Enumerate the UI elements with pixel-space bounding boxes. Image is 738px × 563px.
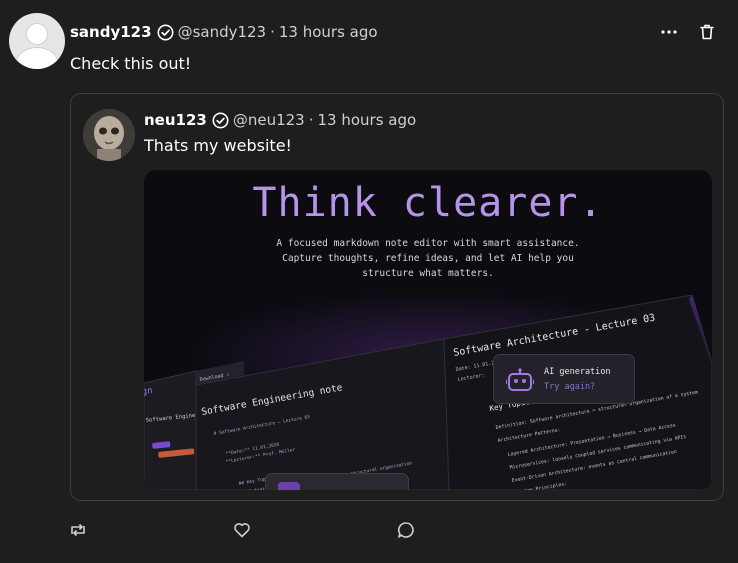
svg-text:gn: gn	[144, 386, 153, 397]
quoted-post-header: neu123 @neu123 · 13 hours ago	[144, 110, 416, 130]
avatar-placeholder-head	[26, 23, 48, 45]
preview-headline: Think clearer.	[252, 180, 604, 226]
floating-card	[265, 473, 409, 490]
quoted-author-handle[interactable]: @neu123	[233, 111, 305, 129]
quoted-author-avatar[interactable]	[83, 109, 135, 161]
ai-generation-card: AI generation Try again?	[493, 354, 635, 404]
comment-icon[interactable]	[396, 520, 416, 540]
author-handle[interactable]: @sandy123	[178, 23, 267, 41]
repost-icon[interactable]	[68, 520, 88, 540]
ai-card-action: Try again?	[544, 382, 596, 392]
separator-dot: ·	[270, 23, 275, 41]
avatar-placeholder-body	[16, 47, 58, 69]
quoted-post[interactable]: neu123 @neu123 · 13 hours ago Thats my w…	[70, 93, 724, 501]
robot-icon	[506, 368, 534, 391]
preview-subline-3: structure what matters.	[362, 268, 494, 279]
post-card: sandy123 @sandy123 · 13 hours ago Check …	[0, 0, 738, 563]
post-text: Check this out!	[70, 54, 192, 73]
more-dots-icon[interactable]	[656, 22, 682, 42]
ai-card-title: AI generation	[544, 367, 611, 377]
verified-badge-icon	[212, 112, 229, 129]
website-preview-image[interactable]: Think clearer. A focused markdown note e…	[144, 170, 712, 490]
post-header: sandy123 @sandy123 · 13 hours ago	[70, 22, 378, 42]
verified-badge-icon	[157, 24, 174, 41]
quoted-author-name[interactable]: neu123	[144, 111, 207, 129]
preview-subline-1: A focused markdown note editor with smar…	[276, 238, 580, 249]
author-name[interactable]: sandy123	[70, 23, 152, 41]
heart-icon[interactable]	[232, 520, 252, 540]
post-timestamp[interactable]: 13 hours ago	[279, 23, 378, 41]
document-icon	[278, 482, 300, 490]
trash-icon[interactable]	[698, 22, 716, 42]
preview-subline: A focused markdown note editor with smar…	[144, 236, 712, 281]
post-actions	[0, 520, 738, 542]
quoted-post-text: Thats my website!	[144, 136, 292, 155]
quoted-post-timestamp[interactable]: 13 hours ago	[318, 111, 417, 129]
preview-subline-2: Capture thoughts, refine ideas, and let …	[282, 253, 574, 264]
separator-dot: ·	[308, 111, 314, 129]
author-avatar[interactable]	[9, 13, 65, 69]
